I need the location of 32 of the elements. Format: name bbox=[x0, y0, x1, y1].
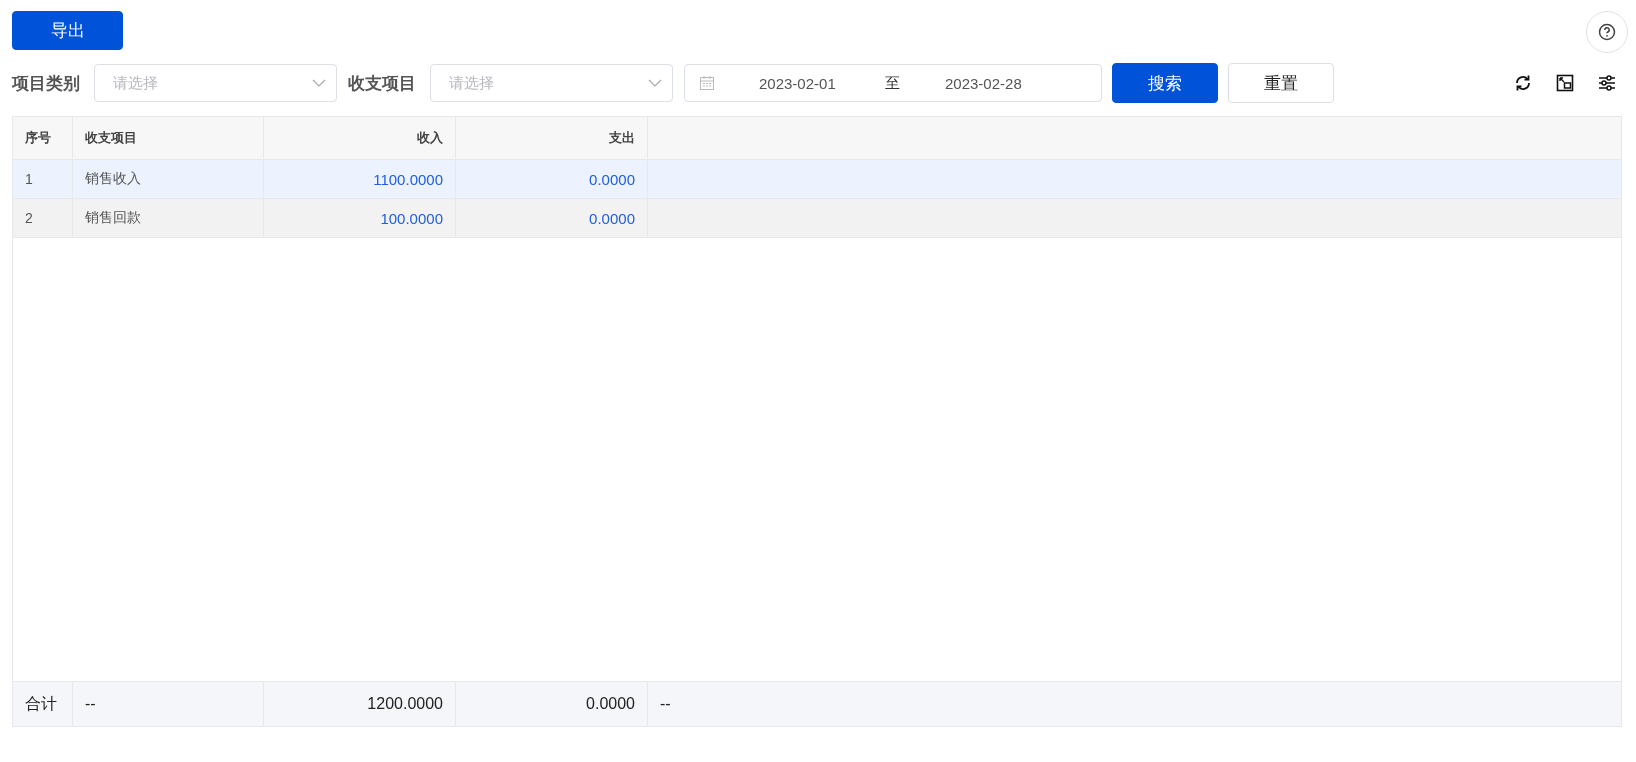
column-header[interactable]: 收支项目 bbox=[73, 117, 264, 159]
table-cell: 1100.0000 bbox=[264, 160, 456, 198]
table-row[interactable]: 1 销售收入 1100.0000 0.0000 bbox=[13, 160, 1621, 199]
table-cell: 销售收入 bbox=[73, 160, 264, 198]
footer-cell-text: -- bbox=[659, 694, 672, 714]
fullscreen-icon[interactable] bbox=[1556, 74, 1574, 92]
table-row[interactable]: 2 销售回款 100.0000 0.0000 bbox=[13, 199, 1621, 238]
column-header[interactable]: 序号 bbox=[13, 117, 73, 159]
reset-button[interactable]: 重置 bbox=[1228, 63, 1334, 103]
column-header[interactable]: 支出 bbox=[456, 117, 648, 159]
footer-cell: 0.0000 bbox=[456, 682, 648, 726]
footer-cell: 1200.0000 bbox=[264, 682, 456, 726]
filter-label: 收支项目 bbox=[348, 72, 416, 95]
settings-sliders-icon[interactable] bbox=[1598, 74, 1616, 92]
footer-cell: -- bbox=[73, 682, 264, 726]
table-cell: 销售回款 bbox=[73, 199, 264, 237]
chevron-down-icon bbox=[648, 79, 662, 87]
help-icon[interactable] bbox=[1586, 11, 1628, 53]
table-cell: 1 bbox=[13, 160, 73, 198]
filter-label: 项目类别 bbox=[12, 72, 80, 95]
search-button[interactable]: 搜索 bbox=[1112, 63, 1218, 103]
refresh-icon[interactable] bbox=[1514, 74, 1532, 92]
calendar-icon bbox=[699, 75, 715, 91]
export-button[interactable]: 导出 bbox=[12, 11, 123, 50]
table-cell: 0.0000 bbox=[456, 199, 648, 237]
chevron-down-icon bbox=[312, 79, 326, 87]
column-header[interactable]: 收入 bbox=[264, 117, 456, 159]
table-cell: 100.0000 bbox=[264, 199, 456, 237]
date-range-field[interactable]: 2023-02-01 至 2023-02-28 bbox=[684, 64, 1102, 102]
table-cell: 2 bbox=[13, 199, 73, 237]
footer-cell: 合计 bbox=[13, 682, 73, 726]
table-cell: 0.0000 bbox=[456, 160, 648, 198]
